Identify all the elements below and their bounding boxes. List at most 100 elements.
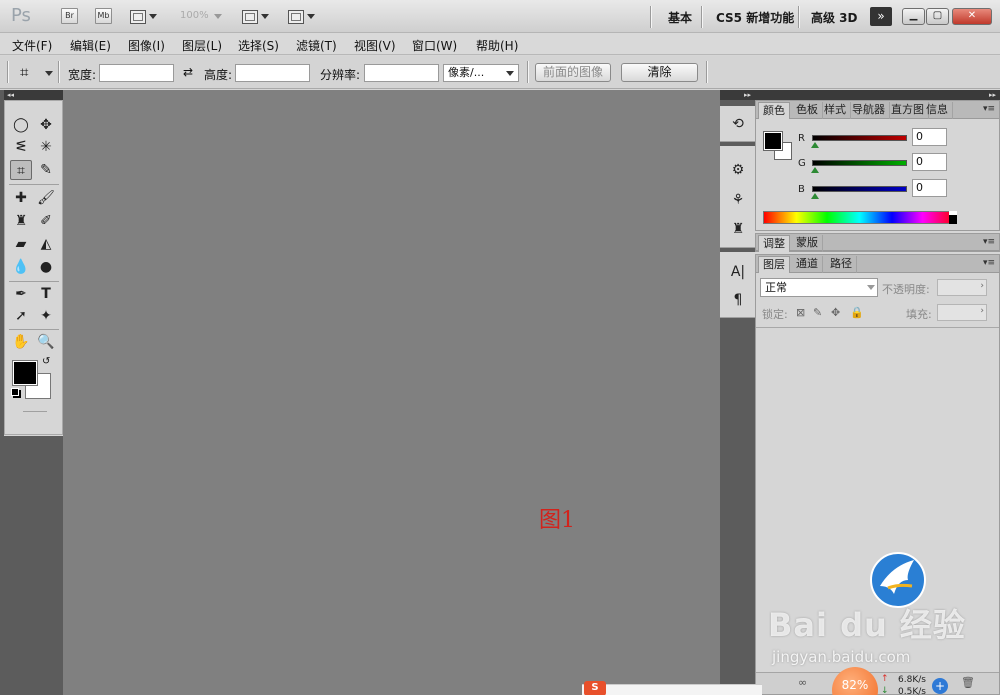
move-tool-icon[interactable]: ✥ bbox=[35, 115, 57, 135]
channel-g-handle[interactable] bbox=[811, 167, 819, 173]
maximize-button[interactable]: ▢ bbox=[926, 8, 949, 25]
foreground-color-swatch[interactable] bbox=[13, 361, 37, 385]
blur-tool-icon[interactable]: 💧 bbox=[10, 257, 32, 277]
minimize-button[interactable]: ▁ bbox=[902, 8, 925, 25]
more-workspaces-button[interactable]: » bbox=[870, 7, 892, 26]
swap-colors-icon[interactable]: ↺ bbox=[42, 356, 50, 367]
resolution-input[interactable] bbox=[364, 64, 439, 82]
clone-stamp-tool-icon[interactable]: ♜ bbox=[10, 211, 32, 231]
lock-pixels-icon[interactable]: ✎ bbox=[813, 306, 822, 319]
link-layers-icon[interactable]: ∞ bbox=[798, 676, 807, 689]
crop-tool-icon[interactable]: ⌗ bbox=[10, 160, 32, 180]
marquee-tool-icon[interactable]: ◯ bbox=[10, 115, 32, 135]
blend-mode-select[interactable]: 正常 bbox=[760, 278, 878, 297]
menu-layer[interactable]: 图层(L) bbox=[182, 37, 222, 54]
path-selection-tool-icon[interactable]: ➚ bbox=[10, 306, 32, 326]
type-tool-icon[interactable]: T bbox=[35, 284, 57, 304]
brush-tool-icon[interactable]: 🖌 bbox=[35, 188, 57, 208]
workspace-essentials[interactable]: 基本 bbox=[668, 9, 692, 26]
character-panel-icon[interactable]: A| bbox=[728, 262, 748, 282]
custom-shape-tool-icon[interactable]: ✦ bbox=[35, 306, 57, 326]
channel-g-input[interactable]: 0 bbox=[912, 153, 947, 171]
height-input[interactable] bbox=[235, 64, 310, 82]
crop-tool-preset-picker[interactable]: ⌗ bbox=[20, 63, 28, 81]
channel-r-slider[interactable] bbox=[812, 135, 907, 141]
color-spectrum-bar[interactable] bbox=[763, 211, 956, 224]
menu-select[interactable]: 选择(S) bbox=[238, 37, 279, 54]
eraser-tool-icon[interactable]: ▰ bbox=[10, 234, 32, 254]
tab-adjustments[interactable]: 调整 bbox=[758, 235, 790, 252]
panel-menu-icon[interactable]: ▾≡ bbox=[983, 258, 995, 268]
tab-styles[interactable]: 样式 bbox=[820, 102, 851, 119]
brush-panel-icon[interactable]: ⚘ bbox=[728, 190, 748, 210]
lock-transparency-icon[interactable]: ⊠ bbox=[796, 306, 805, 319]
panels-collapse-bar[interactable]: ▸▸ bbox=[755, 90, 1000, 100]
arrange-documents-dropdown[interactable] bbox=[242, 8, 269, 25]
document-canvas-area[interactable]: 图1 bbox=[63, 90, 720, 695]
front-image-button[interactable]: 前面的图像 bbox=[535, 63, 611, 82]
default-colors-icon[interactable] bbox=[11, 388, 19, 396]
channel-b-slider[interactable] bbox=[812, 186, 907, 192]
tab-paths[interactable]: 路径 bbox=[826, 256, 857, 273]
menu-help[interactable]: 帮助(H) bbox=[476, 37, 518, 54]
channel-g-slider[interactable] bbox=[812, 160, 907, 166]
swap-dimensions-icon[interactable]: ⇄ bbox=[183, 65, 193, 79]
lasso-tool-icon[interactable]: ᓬ bbox=[10, 137, 32, 157]
tab-masks[interactable]: 蒙版 bbox=[792, 235, 823, 252]
sogou-ime-icon[interactable]: S bbox=[584, 681, 606, 695]
panel-foreground-swatch[interactable] bbox=[764, 132, 782, 150]
channel-r-handle[interactable] bbox=[811, 142, 819, 148]
tab-color[interactable]: 颜色 bbox=[758, 102, 790, 119]
lock-position-icon[interactable]: ✥ bbox=[831, 306, 840, 319]
tab-swatches[interactable]: 色板 bbox=[792, 102, 823, 119]
clear-button[interactable]: 清除 bbox=[621, 63, 698, 82]
dodge-tool-icon[interactable]: ● bbox=[35, 257, 57, 277]
toolbox-collapse-bar[interactable]: ◂◂ bbox=[4, 90, 63, 100]
bridge-button[interactable]: Br bbox=[61, 8, 78, 24]
menu-window[interactable]: 窗口(W) bbox=[412, 37, 457, 54]
menu-view[interactable]: 视图(V) bbox=[354, 37, 396, 54]
lock-all-icon[interactable]: 🔒 bbox=[850, 306, 864, 319]
channel-b-input[interactable]: 0 bbox=[912, 179, 947, 197]
tab-channels[interactable]: 通道 bbox=[792, 256, 823, 273]
tab-layers[interactable]: 图层 bbox=[758, 256, 790, 273]
zoom-tool-icon[interactable]: 🔍 bbox=[35, 332, 57, 352]
panel-menu-icon[interactable]: ▾≡ bbox=[983, 104, 995, 114]
resolution-unit-select[interactable]: 像素/... bbox=[443, 64, 519, 82]
pen-tool-icon[interactable]: ✒ bbox=[10, 284, 32, 304]
delete-layer-icon[interactable]: 🗑 bbox=[961, 676, 975, 689]
menu-edit[interactable]: 编辑(E) bbox=[70, 37, 111, 54]
fill-input[interactable]: › bbox=[937, 304, 987, 321]
eyedropper-tool-icon[interactable]: ✎ bbox=[35, 160, 57, 180]
magic-wand-tool-icon[interactable]: ✳ bbox=[35, 137, 57, 157]
workspace-advanced-3d[interactable]: 高级 3D bbox=[811, 9, 858, 26]
history-brush-tool-icon[interactable]: ✐ bbox=[35, 211, 57, 231]
screen-mode-dropdown[interactable] bbox=[288, 8, 315, 25]
view-extras-dropdown[interactable] bbox=[130, 8, 157, 25]
chevron-down-icon[interactable] bbox=[45, 71, 53, 76]
menu-filter[interactable]: 滤镜(T) bbox=[296, 37, 337, 54]
brush-presets-icon[interactable]: ⚙ bbox=[728, 160, 748, 180]
paint-bucket-tool-icon[interactable]: ◭ bbox=[35, 234, 57, 254]
paragraph-panel-icon[interactable]: ¶ bbox=[728, 290, 748, 310]
history-panel-icon[interactable]: ⟲ bbox=[728, 114, 748, 134]
menu-image[interactable]: 图像(I) bbox=[128, 37, 165, 54]
healing-brush-tool-icon[interactable]: ✚ bbox=[10, 188, 32, 208]
tab-info[interactable]: 信息 bbox=[922, 102, 953, 119]
channel-r-input[interactable]: 0 bbox=[912, 128, 947, 146]
workspace-cs5-new[interactable]: CS5 新增功能 bbox=[716, 9, 794, 26]
tab-navigator[interactable]: 导航器 bbox=[848, 102, 890, 119]
panel-menu-icon[interactable]: ▾≡ bbox=[983, 237, 995, 247]
channel-b-handle[interactable] bbox=[811, 193, 819, 199]
zoom-chevron-icon[interactable] bbox=[214, 14, 222, 19]
hand-tool-icon[interactable]: ✋ bbox=[10, 332, 32, 352]
icon-dock-collapse-bar[interactable]: ▸▸ bbox=[720, 90, 755, 100]
minibridge-button[interactable]: Mb bbox=[95, 8, 112, 24]
opacity-input[interactable]: › bbox=[937, 279, 987, 296]
clone-source-icon[interactable]: ♜ bbox=[728, 219, 748, 239]
menu-file[interactable]: 文件(F) bbox=[12, 37, 52, 54]
width-input[interactable] bbox=[99, 64, 174, 82]
spectrum-black-swatch[interactable] bbox=[949, 215, 957, 224]
close-button[interactable]: ✕ bbox=[952, 8, 992, 25]
zoom-level[interactable]: 100% bbox=[180, 10, 209, 21]
